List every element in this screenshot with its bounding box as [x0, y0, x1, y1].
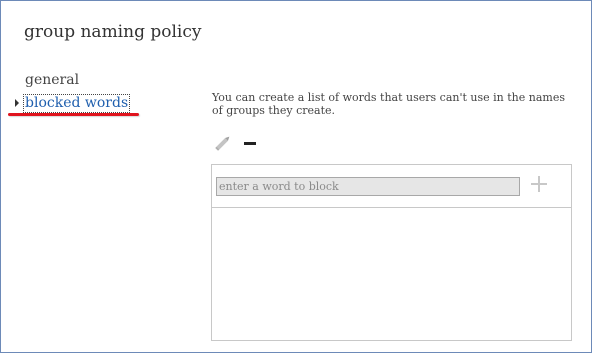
add-word-row	[212, 165, 571, 208]
word-input[interactable]	[216, 177, 520, 196]
blocked-words-description: You can create a list of words that user…	[212, 91, 565, 117]
selected-arrow-icon	[15, 99, 19, 107]
plus-icon[interactable]	[530, 175, 548, 193]
blocked-words-list	[211, 164, 572, 341]
page-title: group naming policy	[24, 22, 202, 42]
pencil-icon[interactable]	[213, 134, 233, 152]
annotation-underline	[8, 113, 139, 116]
nav-item-general[interactable]: general	[25, 72, 79, 88]
nav-item-blocked-words[interactable]: blocked words	[23, 94, 131, 113]
minus-icon[interactable]	[242, 134, 258, 152]
dialog-frame: group naming policy general blocked word…	[0, 0, 592, 353]
